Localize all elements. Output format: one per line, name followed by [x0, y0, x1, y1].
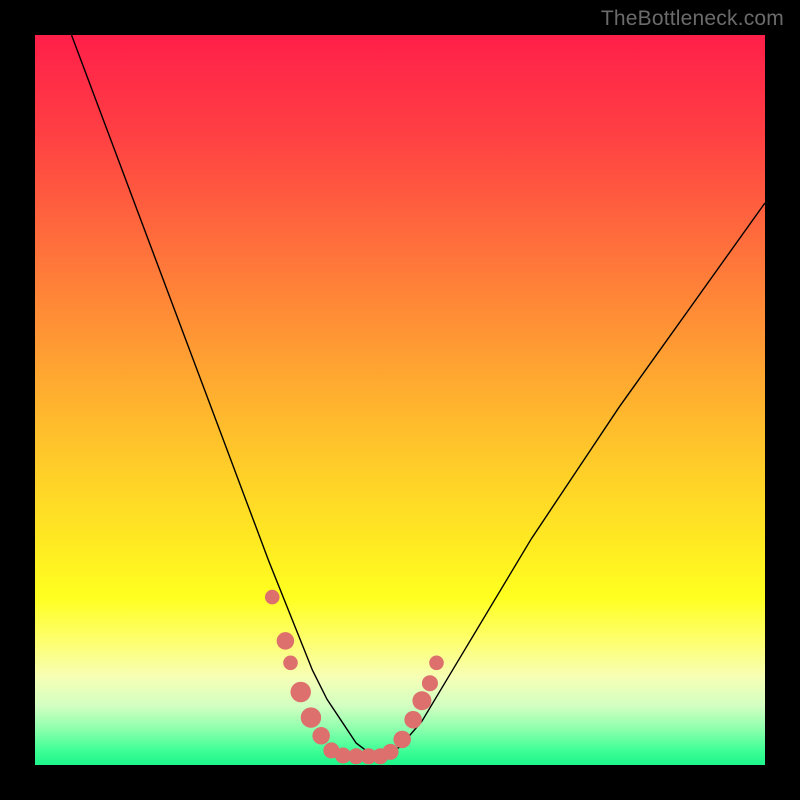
marker-dot	[301, 707, 321, 727]
marker-dot	[412, 691, 431, 710]
marker-dot	[429, 656, 444, 671]
marker-dot	[404, 711, 422, 729]
marker-dot	[265, 590, 280, 605]
marker-dot	[283, 656, 298, 671]
marker-dot	[312, 727, 330, 745]
watermark-text: TheBottleneck.com	[601, 7, 784, 31]
marker-dot	[393, 731, 411, 749]
marker-dot	[422, 675, 438, 691]
marker-dot	[277, 632, 295, 650]
marker-dot	[382, 744, 398, 760]
marker-group	[265, 590, 444, 764]
chart-frame: TheBottleneck.com	[0, 0, 800, 800]
bottleneck-curve	[72, 35, 766, 756]
chart-svg	[35, 35, 765, 765]
marker-dot	[291, 682, 311, 702]
plot-area	[35, 35, 765, 765]
